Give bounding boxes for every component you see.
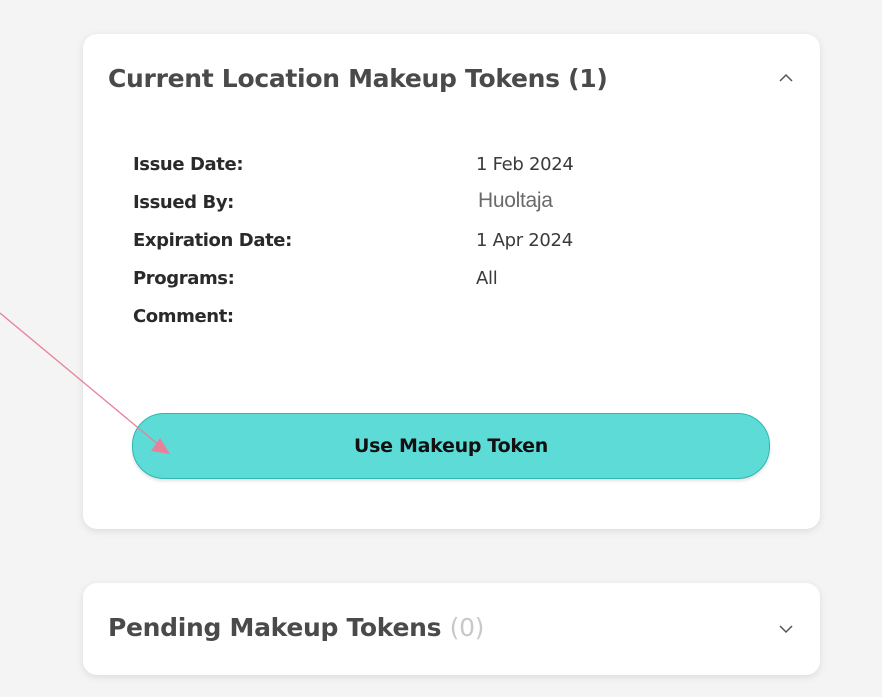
programs-label: Programs:: [133, 268, 235, 289]
issued-by-label: Issued By:: [133, 192, 234, 213]
issue-date-label: Issue Date:: [133, 154, 244, 175]
issued-by-value: Huoltaja: [478, 189, 553, 212]
comment-label: Comment:: [133, 306, 234, 327]
use-makeup-token-button[interactable]: Use Makeup Token: [132, 413, 770, 479]
pending-tokens-card: Pending Makeup Tokens (0): [83, 583, 820, 675]
pending-tokens-count: (0): [449, 613, 485, 642]
chevron-down-icon[interactable]: [774, 617, 798, 641]
issue-date-value: 1 Feb 2024: [476, 154, 574, 175]
current-tokens-title[interactable]: Current Location Makeup Tokens (1): [108, 64, 608, 93]
pending-tokens-title-text: Pending Makeup Tokens: [108, 613, 442, 642]
programs-value: All: [476, 268, 498, 289]
expiration-date-value: 1 Apr 2024: [476, 230, 573, 251]
expiration-date-label: Expiration Date:: [133, 230, 292, 251]
current-location-tokens-card: Current Location Makeup Tokens (1) Issue…: [83, 34, 820, 529]
pending-tokens-title[interactable]: Pending Makeup Tokens (0): [108, 613, 484, 642]
chevron-up-icon[interactable]: [774, 66, 798, 90]
